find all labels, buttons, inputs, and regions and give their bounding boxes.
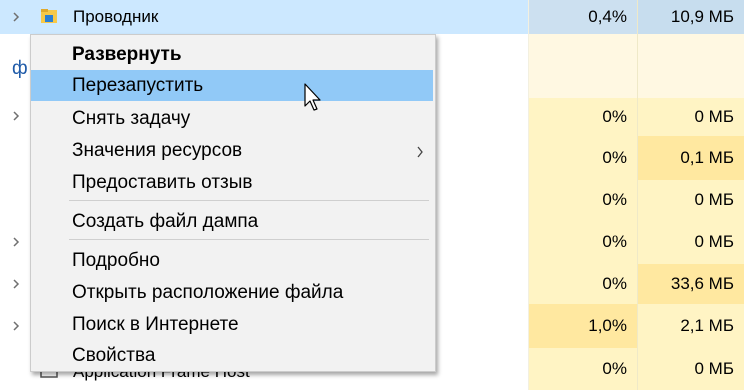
chevron-right-icon[interactable] <box>10 236 22 248</box>
chevron-right-icon[interactable] <box>10 110 22 122</box>
mouse-cursor-icon <box>303 83 325 113</box>
cpu-cell: 0% <box>528 180 637 220</box>
menu-item-feedback[interactable]: Предоставить отзыв <box>31 167 435 198</box>
menu-item-label: Предоставить отзыв <box>72 171 253 193</box>
menu-item-restart[interactable]: Перезапустить <box>31 70 433 101</box>
menu-item-label: Создать файл дампа <box>72 210 259 232</box>
chevron-right-icon <box>415 143 425 158</box>
chevron-right-icon[interactable] <box>10 320 22 332</box>
cpu-cell: 0% <box>528 98 637 136</box>
menu-item-label: Открыть расположение файла <box>72 281 344 303</box>
group-glyph: ф <box>12 58 28 79</box>
cpu-cell: 0% <box>528 348 637 390</box>
file-explorer-icon <box>39 6 59 26</box>
memory-cell: 33,6 МБ <box>637 264 744 304</box>
menu-item-end-task[interactable]: Снять задачу <box>31 103 435 134</box>
menu-item-details[interactable]: Подробно <box>31 245 435 276</box>
menu-separator <box>69 239 429 240</box>
cpu-cell <box>528 34 637 98</box>
menu-item-label: Перезапустить <box>72 74 204 96</box>
menu-item-label: Поиск в Интернете <box>72 313 239 335</box>
process-row-explorer[interactable]: Проводник 0,4% 10,9 МБ <box>0 0 744 34</box>
menu-item-properties[interactable]: Свойства <box>31 340 435 371</box>
memory-cell <box>637 34 744 98</box>
menu-item-search-online[interactable]: Поиск в Интернете <box>31 309 435 340</box>
menu-separator <box>69 200 429 201</box>
chevron-right-icon[interactable] <box>10 11 22 23</box>
menu-item-label: Значения ресурсов <box>72 139 243 161</box>
cpu-cell: 0% <box>528 136 637 180</box>
menu-item-open-file-location[interactable]: Открыть расположение файла <box>31 277 435 308</box>
cpu-cell: 0% <box>528 264 637 304</box>
context-menu: Развернуть Перезапустить Снять задачу Зн… <box>30 34 436 372</box>
memory-cell: 0 МБ <box>637 348 744 390</box>
menu-item-label: Снять задачу <box>72 107 191 129</box>
memory-cell: 2,1 МБ <box>637 304 744 348</box>
chevron-right-icon[interactable] <box>10 278 22 290</box>
memory-cell: 0 МБ <box>637 220 744 264</box>
cpu-cell: 0,4% <box>528 0 637 34</box>
memory-cell: 0,1 МБ <box>637 136 744 180</box>
menu-item-expand[interactable]: Развернуть <box>31 39 435 70</box>
memory-cell: 10,9 МБ <box>637 0 744 34</box>
memory-cell: 0 МБ <box>637 180 744 220</box>
menu-item-label: Подробно <box>72 249 160 271</box>
cpu-cell: 1,0% <box>528 304 637 348</box>
menu-item-label: Свойства <box>72 344 156 366</box>
memory-cell: 0 МБ <box>637 98 744 136</box>
process-name: Проводник <box>73 7 159 26</box>
menu-item-resource-values[interactable]: Значения ресурсов <box>31 135 435 166</box>
cpu-cell: 0% <box>528 220 637 264</box>
menu-item-label: Развернуть <box>72 43 182 65</box>
menu-item-create-dump[interactable]: Создать файл дампа <box>31 206 435 237</box>
